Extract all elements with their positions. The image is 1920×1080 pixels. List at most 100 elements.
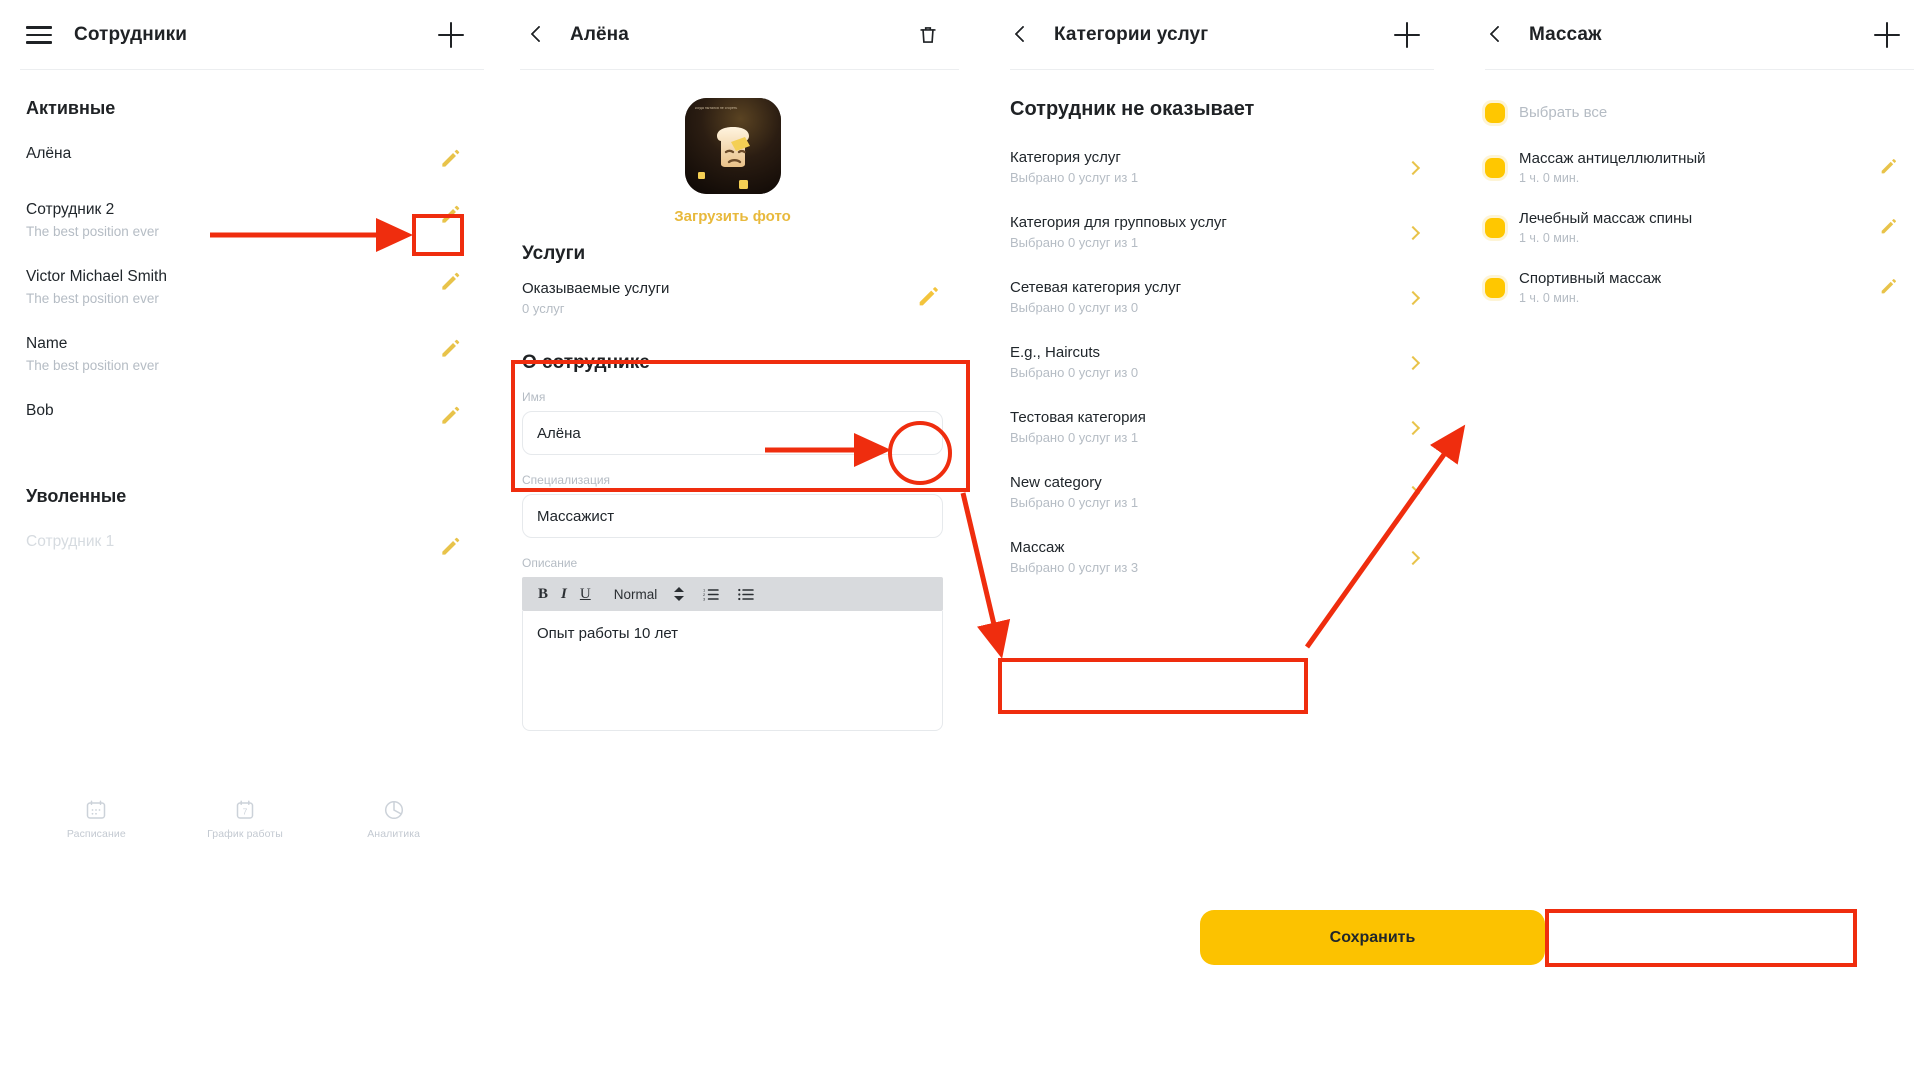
category-row-3[interactable]: E.g., Haircuts Выбрано 0 услуг из 0 bbox=[990, 330, 1440, 395]
provided-services-label: Оказываемые услуги bbox=[522, 280, 670, 297]
category-row-massage[interactable]: Массаж Выбрано 0 услуг из 3 bbox=[990, 525, 1440, 590]
provided-services-texts: Оказываемые услуги 0 услуг bbox=[522, 279, 669, 318]
pencil-icon[interactable] bbox=[438, 201, 464, 227]
trash-icon[interactable] bbox=[917, 23, 939, 47]
about-section: О сотруднике Имя Алёна Специализация Мас… bbox=[500, 352, 965, 731]
category-name: E.g., Haircuts bbox=[1010, 344, 1101, 361]
categories-appbar: Категории услуг bbox=[990, 0, 1440, 70]
category-name: Тестовая категория bbox=[1010, 409, 1146, 426]
add-employee-button[interactable] bbox=[438, 22, 464, 48]
massage-appbar: Массаж bbox=[1465, 0, 1920, 70]
back-chevron-icon[interactable] bbox=[1010, 24, 1032, 46]
chevron-updown-icon[interactable] bbox=[674, 586, 685, 602]
pencil-icon[interactable] bbox=[438, 402, 464, 428]
employee-name: Bob bbox=[26, 402, 54, 419]
screenshot-stage: Сотрудники Активные Алёна Сотрудник 2 Th… bbox=[0, 0, 1920, 1080]
name-field-label: Имя bbox=[522, 390, 546, 404]
bottom-navigation: Расписание 7 График работы Аналитика bbox=[0, 798, 490, 840]
avatar[interactable]: когда пытался не сгореть bbox=[684, 98, 781, 194]
select-all-row[interactable]: Выбрать все bbox=[1465, 88, 1920, 138]
description-field-label: Описание bbox=[522, 556, 578, 570]
save-button[interactable]: Сохранить bbox=[1200, 910, 1545, 965]
add-service-button[interactable] bbox=[1874, 22, 1900, 48]
upload-photo-button[interactable]: Загрузить фото bbox=[674, 208, 791, 225]
employee-row-victor[interactable]: Victor Michael Smith The best position e… bbox=[0, 254, 490, 321]
bullet-list-icon[interactable] bbox=[738, 588, 754, 601]
field-gap bbox=[522, 455, 943, 473]
chevron-right-icon[interactable] bbox=[1406, 486, 1420, 500]
pencil-icon[interactable] bbox=[1878, 275, 1900, 302]
hamburger-icon[interactable] bbox=[26, 26, 52, 44]
checkbox-service[interactable] bbox=[1485, 158, 1505, 178]
category-count: Выбрано 0 услуг из 3 bbox=[1010, 560, 1139, 575]
service-row-2[interactable]: Спортивный массаж 1 ч. 0 мин. bbox=[1465, 258, 1920, 318]
nav-label: Аналитика bbox=[367, 828, 421, 840]
service-name: Лечебный массаж спины bbox=[1519, 210, 1693, 227]
employee-row-2[interactable]: Сотрудник 2 The best position ever bbox=[0, 187, 490, 254]
pencil-icon[interactable] bbox=[1878, 155, 1900, 182]
pencil-icon[interactable] bbox=[438, 335, 464, 361]
employee-row-alena[interactable]: Алёна bbox=[0, 131, 490, 187]
pencil-icon[interactable] bbox=[915, 282, 943, 315]
description-textarea[interactable]: Опыт работы 10 лет bbox=[522, 611, 943, 731]
category-name: Категория для групповых услуг bbox=[1010, 214, 1227, 231]
checkbox-service[interactable] bbox=[1485, 218, 1505, 238]
pencil-icon[interactable] bbox=[438, 145, 464, 171]
nav-item-analytics[interactable]: Аналитика bbox=[339, 798, 449, 840]
nav-item-work-schedule[interactable]: 7 График работы bbox=[190, 798, 300, 840]
ordered-list-icon[interactable]: 1 2 3 bbox=[703, 587, 719, 601]
category-texts: Массаж Выбрано 0 услуг из 3 bbox=[1010, 538, 1406, 577]
group-heading-active: Активные bbox=[26, 98, 116, 118]
name-field[interactable]: Алёна bbox=[522, 411, 943, 455]
chevron-right-icon[interactable] bbox=[1406, 551, 1420, 565]
category-row-5[interactable]: New category Выбрано 0 услуг из 1 bbox=[990, 460, 1440, 525]
pencil-icon[interactable] bbox=[1878, 215, 1900, 242]
service-duration: 1 ч. 0 мин. bbox=[1519, 171, 1580, 185]
category-row-1[interactable]: Категория для групповых услуг Выбрано 0 … bbox=[990, 200, 1440, 265]
chevron-right-icon[interactable] bbox=[1406, 421, 1420, 435]
chevron-right-icon[interactable] bbox=[1406, 291, 1420, 305]
category-row-2[interactable]: Сетевая категория услуг Выбрано 0 услуг … bbox=[990, 265, 1440, 330]
appbar-divider bbox=[1485, 69, 1914, 70]
nav-label: График работы bbox=[207, 828, 283, 840]
back-chevron-icon[interactable] bbox=[1485, 24, 1507, 46]
employee-texts: Сотрудник 2 The best position ever bbox=[26, 200, 438, 241]
appbar-divider bbox=[1010, 69, 1434, 70]
category-row-4[interactable]: Тестовая категория Выбрано 0 услуг из 1 bbox=[990, 395, 1440, 460]
back-chevron-icon[interactable] bbox=[526, 24, 548, 46]
chevron-right-icon[interactable] bbox=[1406, 356, 1420, 370]
category-name: Массаж bbox=[1010, 539, 1065, 556]
category-name: New category bbox=[1010, 474, 1102, 491]
category-row-0[interactable]: Категория услуг Выбрано 0 услуг из 1 bbox=[990, 135, 1440, 200]
chevron-right-icon[interactable] bbox=[1406, 161, 1420, 175]
add-category-button[interactable] bbox=[1394, 22, 1420, 48]
checkbox-service[interactable] bbox=[1485, 278, 1505, 298]
italic-button[interactable]: I bbox=[561, 586, 567, 603]
service-texts: Массаж антицеллюлитный 1 ч. 0 мин. bbox=[1519, 149, 1864, 187]
text-style-select[interactable]: Normal bbox=[614, 587, 658, 602]
service-texts: Лечебный массаж спины 1 ч. 0 мин. bbox=[1519, 209, 1864, 247]
group-heading-dismissed: Уволенные bbox=[26, 486, 127, 506]
employee-row-name[interactable]: Name The best position ever bbox=[0, 321, 490, 388]
service-row-0[interactable]: Массаж антицеллюлитный 1 ч. 0 мин. bbox=[1465, 138, 1920, 198]
service-row-1[interactable]: Лечебный массаж спины 1 ч. 0 мин. bbox=[1465, 198, 1920, 258]
employee-detail-appbar: Алёна bbox=[500, 0, 965, 70]
employee-texts: Bob bbox=[26, 401, 438, 421]
select-all-texts: Выбрать все bbox=[1519, 103, 1900, 123]
chevron-right-icon[interactable] bbox=[1406, 226, 1420, 240]
underline-button[interactable]: U bbox=[580, 586, 591, 603]
employee-texts: Victor Michael Smith The best position e… bbox=[26, 267, 438, 308]
service-name: Массаж антицеллюлитный bbox=[1519, 150, 1706, 167]
employee-row-dismissed-1[interactable]: Сотрудник 1 bbox=[0, 519, 490, 575]
employee-row-bob[interactable]: Bob bbox=[0, 388, 490, 444]
nav-item-schedule[interactable]: Расписание bbox=[41, 798, 151, 840]
appbar-divider bbox=[20, 69, 484, 70]
provided-services-row[interactable]: Оказываемые услуги 0 услуг bbox=[522, 279, 943, 318]
appbar-divider bbox=[520, 69, 959, 70]
bold-button[interactable]: B bbox=[538, 586, 548, 603]
specialization-field[interactable]: Массажист bbox=[522, 494, 943, 538]
employee-name: Name bbox=[26, 335, 68, 352]
checkbox-select-all[interactable] bbox=[1485, 103, 1505, 123]
pencil-icon[interactable] bbox=[438, 533, 464, 559]
pencil-icon[interactable] bbox=[438, 268, 464, 294]
